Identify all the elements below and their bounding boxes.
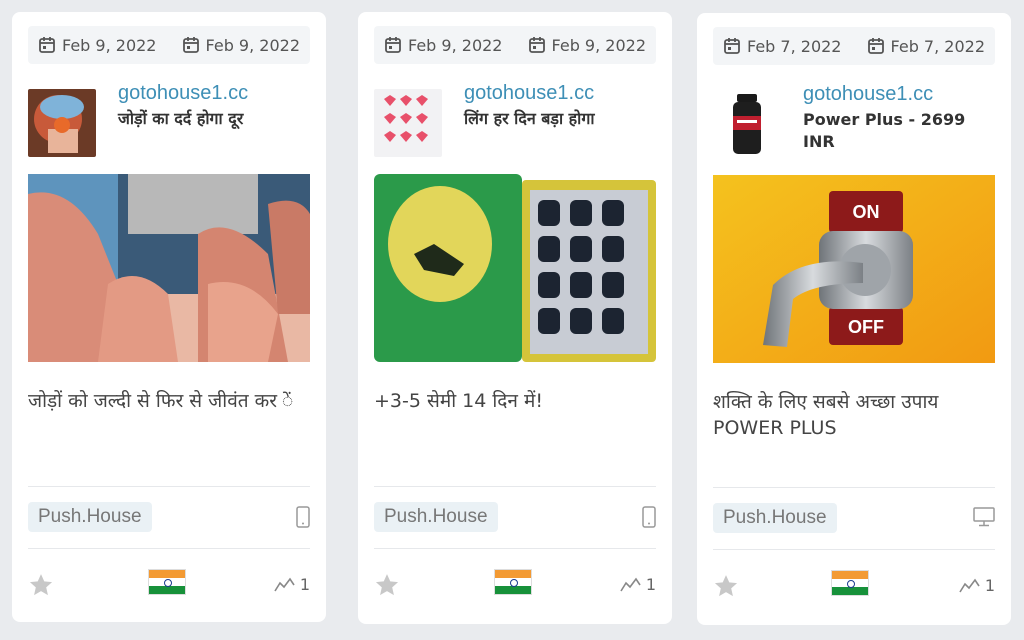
ad-domain[interactable]: gotohouse1.cc (118, 82, 248, 105)
country-flag-india (494, 569, 532, 595)
last-seen-date: Feb 7, 2022 (867, 37, 985, 56)
last-seen-date: Feb 9, 2022 (528, 36, 646, 55)
mobile-device-icon (642, 506, 656, 532)
ad-icon-image (28, 89, 96, 157)
trend-indicator: 1 (274, 575, 310, 594)
ad-title: जोड़ों का दर्द होगा दूर (118, 109, 244, 128)
ad-title: लिंग हर दिन बड़ा होगा (464, 109, 595, 128)
calendar-icon (182, 37, 199, 53)
divider (374, 486, 656, 487)
divider (713, 549, 995, 550)
desktop-device-icon (973, 507, 995, 531)
calendar-icon (724, 38, 740, 54)
switch-off-label: OFF (848, 317, 884, 337)
trend-chart-icon (274, 577, 295, 591)
date-range: Feb 9, 2022 Feb 9, 2022 (374, 26, 656, 64)
trend-indicator: 1 (620, 575, 656, 594)
ad-domain[interactable]: gotohouse1.cc (803, 83, 933, 106)
ad-network-badge[interactable]: Push.House (713, 503, 837, 533)
date-range: Feb 9, 2022 Feb 9, 2022 (28, 26, 310, 64)
trend-indicator: 1 (959, 576, 995, 595)
ad-icon-image (374, 89, 442, 157)
calendar-icon (867, 38, 884, 54)
first-seen-date: Feb 7, 2022 (723, 37, 841, 56)
ad-card-1[interactable]: Feb 9, 2022 Feb 9, 2022 gotohouse1.cc जो… (12, 12, 326, 622)
ad-description: +3-5 सेमी 14 दिन में! (374, 390, 543, 412)
trend-chart-icon (959, 578, 980, 592)
divider (713, 487, 995, 488)
favorite-star-icon[interactable] (374, 572, 400, 602)
ad-description: जोड़ों को जल्दी से फिर से जीवंत कर ें (28, 390, 294, 412)
ad-creative-image (28, 174, 310, 362)
calendar-icon (39, 37, 55, 53)
first-seen-date: Feb 9, 2022 (38, 36, 156, 55)
country-flag-india (148, 569, 186, 595)
ad-network-badge[interactable]: Push.House (374, 502, 498, 532)
favorite-star-icon[interactable] (713, 573, 739, 603)
last-seen-date: Feb 9, 2022 (182, 36, 300, 55)
switch-on-label: ON (853, 202, 880, 222)
ad-card-2[interactable]: Feb 9, 2022 Feb 9, 2022 gotohouse1.cc लि… (358, 12, 672, 624)
divider (28, 548, 310, 549)
divider (28, 486, 310, 487)
trend-chart-icon (620, 577, 641, 591)
divider (374, 548, 656, 549)
ad-network-badge[interactable]: Push.House (28, 502, 152, 532)
ad-title: Power Plus - 2699 INR (803, 110, 966, 151)
ad-card-3[interactable]: Feb 7, 2022 Feb 7, 2022 gotohouse1.cc Po… (697, 13, 1011, 625)
date-range: Feb 7, 2022 Feb 7, 2022 (713, 27, 995, 65)
ad-creative-image (374, 174, 656, 362)
country-flag-india (831, 570, 869, 596)
mobile-device-icon (296, 506, 310, 532)
favorite-star-icon[interactable] (28, 572, 54, 602)
ad-description: शक्ति के लिए सबसे अच्छा उपाय POWER PLUS (713, 391, 939, 439)
first-seen-date: Feb 9, 2022 (384, 36, 502, 55)
calendar-icon (385, 37, 401, 53)
calendar-icon (528, 37, 545, 53)
ad-icon-image (713, 90, 781, 158)
ad-creative-image: ON OFF (713, 175, 995, 363)
ad-domain[interactable]: gotohouse1.cc (464, 82, 594, 105)
